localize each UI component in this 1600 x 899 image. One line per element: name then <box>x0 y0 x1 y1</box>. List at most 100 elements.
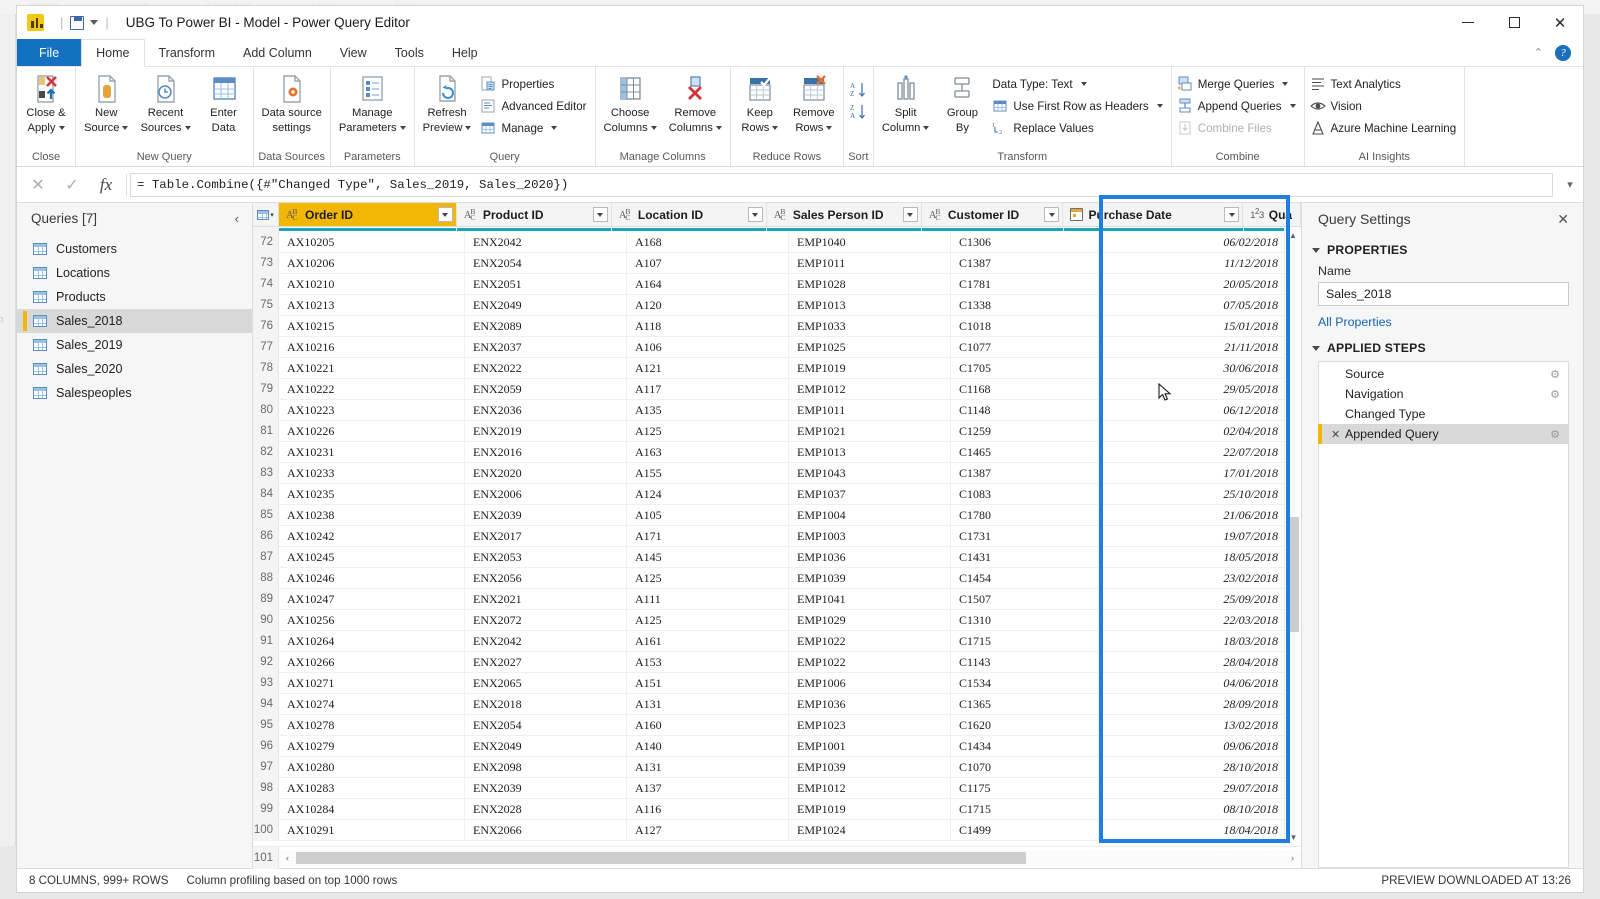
table-cell-purchase-date[interactable]: 22/03/2018 <box>1099 609 1287 631</box>
append-queries-button[interactable]: Append Queries <box>1174 95 1302 117</box>
maximize-button[interactable] <box>1491 6 1537 39</box>
table-cell-order-id[interactable]: AX10271 <box>279 672 465 694</box>
table-cell-order-id[interactable]: AX10213 <box>279 294 465 316</box>
table-cell-product-id[interactable]: ENX2036 <box>465 399 627 421</box>
tab-tools[interactable]: Tools <box>381 39 438 66</box>
table-cell-purchase-date[interactable]: 23/02/2018 <box>1099 567 1287 589</box>
table-cell-product-id[interactable]: ENX2037 <box>465 336 627 358</box>
table-cell-product-id[interactable]: ENX2027 <box>465 651 627 673</box>
column-header-order-id[interactable]: ABC Order ID <box>279 203 457 226</box>
gear-icon[interactable]: ⚙ <box>1550 388 1560 401</box>
table-cell-location-id[interactable]: A105 <box>627 504 789 526</box>
table-cell-purchase-date[interactable]: 25/09/2018 <box>1099 588 1287 610</box>
table-cell-order-id[interactable]: AX10245 <box>279 546 465 568</box>
table-cell-product-id[interactable]: ENX2065 <box>465 672 627 694</box>
table-cell-sales-person-id[interactable]: EMP1025 <box>789 336 951 358</box>
table-cell-customer-id[interactable]: C1465 <box>951 441 1099 463</box>
table-cell-customer-id[interactable]: C1715 <box>951 798 1099 820</box>
table-cell-location-id[interactable]: A125 <box>627 420 789 442</box>
table-cell-purchase-date[interactable]: 17/01/2018 <box>1099 462 1287 484</box>
table-row[interactable]: 94 AX10274 ENX2018 A131 EMP1036 C1365 28/09/20… <box>253 693 1301 715</box>
scroll-down-arrow[interactable]: ▼ <box>1285 829 1302 846</box>
table-cell-location-id[interactable]: A111 <box>627 588 789 610</box>
formula-input[interactable]: = Table.Combine({#"Changed Type", Sales_… <box>130 172 1553 197</box>
table-cell-order-id[interactable]: AX10235 <box>279 483 465 505</box>
table-cell-order-id[interactable]: AX10216 <box>279 336 465 358</box>
minimize-button[interactable] <box>1445 6 1491 39</box>
table-cell-location-id[interactable]: A121 <box>627 357 789 379</box>
table-row[interactable]: 89 AX10247 ENX2021 A111 EMP1041 C1507 25/09/20… <box>253 588 1301 610</box>
table-cell-product-id[interactable]: ENX2066 <box>465 819 627 841</box>
table-cell-order-id[interactable]: AX10223 <box>279 399 465 421</box>
table-cell-product-id[interactable]: ENX2051 <box>465 273 627 295</box>
table-cell-product-id[interactable]: ENX2042 <box>465 630 627 652</box>
table-cell-order-id[interactable]: AX10206 <box>279 252 465 274</box>
table-cell-product-id[interactable]: ENX2006 <box>465 483 627 505</box>
table-cell-order-id[interactable]: AX10280 <box>279 756 465 778</box>
table-cell-customer-id[interactable]: C1175 <box>951 777 1099 799</box>
applied-steps-section-header[interactable]: APPLIED STEPS <box>1302 333 1583 359</box>
close-button[interactable]: ✕ <box>1537 6 1583 39</box>
tab-add-column[interactable]: Add Column <box>229 39 326 66</box>
table-cell-order-id[interactable]: AX10226 <box>279 420 465 442</box>
table-cell-purchase-date[interactable]: 04/06/2018 <box>1099 672 1287 694</box>
manage-button[interactable]: Manage <box>477 117 592 139</box>
split-column-button[interactable]: Split Column <box>876 70 936 134</box>
table-cell-customer-id[interactable]: C1705 <box>951 357 1099 379</box>
table-row[interactable]: 95 AX10278 ENX2054 A160 EMP1023 C1620 13/02/20… <box>253 714 1301 736</box>
use-first-row-as-headers-button[interactable]: Use First Row as Headers <box>989 95 1168 117</box>
table-cell-sales-person-id[interactable]: EMP1022 <box>789 630 951 652</box>
table-cell-order-id[interactable]: AX10215 <box>279 315 465 337</box>
table-cell-order-id[interactable]: AX10221 <box>279 357 465 379</box>
query-item-sales-2018[interactable]: Sales_2018 <box>17 309 252 333</box>
applied-step-changed-type[interactable]: Changed Type <box>1319 404 1568 424</box>
group-by-button[interactable]: Group By <box>935 70 989 134</box>
close-and-apply-button[interactable]: Close & Apply <box>19 70 73 134</box>
data-source-settings-button[interactable]: Data source settings <box>256 70 328 134</box>
table-cell-sales-person-id[interactable]: EMP1011 <box>789 399 951 421</box>
table-cell-location-id[interactable]: A161 <box>627 630 789 652</box>
tab-view[interactable]: View <box>326 39 381 66</box>
table-cell-customer-id[interactable]: C1306 <box>951 232 1099 253</box>
table-cell-location-id[interactable]: A125 <box>627 567 789 589</box>
table-cell-order-id[interactable]: AX10222 <box>279 378 465 400</box>
merge-queries-button[interactable]: Merge Queries <box>1174 73 1302 95</box>
remove-columns-button[interactable]: Remove Columns <box>663 70 728 134</box>
table-cell-customer-id[interactable]: C1083 <box>951 483 1099 505</box>
filter-dropdown-product-id[interactable] <box>592 207 608 222</box>
table-cell-order-id[interactable]: AX10247 <box>279 588 465 610</box>
table-cell-product-id[interactable]: ENX2039 <box>465 504 627 526</box>
table-cell-customer-id[interactable]: C1715 <box>951 630 1099 652</box>
query-item-sales-2019[interactable]: Sales_2019 <box>17 333 252 357</box>
horizontal-scrollbar[interactable]: ‹ › <box>279 849 1301 866</box>
column-header-sales-person-id[interactable]: ABC Sales Person ID <box>766 203 922 226</box>
table-row[interactable]: 100 AX10291 ENX2066 A127 EMP1024 C1499 18/04/2… <box>253 819 1301 841</box>
table-row[interactable]: 84 AX10235 ENX2006 A124 EMP1037 C1083 25/10/20… <box>253 483 1301 505</box>
table-cell-location-id[interactable]: A171 <box>627 525 789 547</box>
fx-icon[interactable]: fx <box>89 170 123 200</box>
table-cell-customer-id[interactable]: C1534 <box>951 672 1099 694</box>
table-row[interactable]: 80 AX10223 ENX2036 A135 EMP1011 C1148 06/12/20… <box>253 399 1301 421</box>
filter-dropdown-order-id[interactable] <box>437 207 453 222</box>
table-cell-sales-person-id[interactable]: EMP1022 <box>789 651 951 673</box>
table-cell-order-id[interactable]: AX10279 <box>279 735 465 757</box>
table-row[interactable]: 83 AX10233 ENX2020 A155 EMP1043 C1387 17/01/20… <box>253 462 1301 484</box>
table-cell-product-id[interactable]: ENX2039 <box>465 777 627 799</box>
table-cell-purchase-date[interactable]: 28/04/2018 <box>1099 651 1287 673</box>
applied-step-appended-query[interactable]: ✕ Appended Query ⚙ <box>1318 424 1568 444</box>
table-cell-product-id[interactable]: ENX2054 <box>465 252 627 274</box>
table-cell-purchase-date[interactable]: 08/10/2018 <box>1099 798 1287 820</box>
gear-icon[interactable]: ⚙ <box>1550 428 1560 441</box>
table-cell-order-id[interactable]: AX10238 <box>279 504 465 526</box>
table-cell-sales-person-id[interactable]: EMP1004 <box>789 504 951 526</box>
table-cell-sales-person-id[interactable]: EMP1012 <box>789 777 951 799</box>
table-cell-location-id[interactable]: A155 <box>627 462 789 484</box>
enter-data-button[interactable]: Enter Data <box>197 70 251 134</box>
table-row[interactable]: 92 AX10266 ENX2027 A153 EMP1022 C1143 28/04/20… <box>253 651 1301 673</box>
table-cell-customer-id[interactable]: C1387 <box>951 462 1099 484</box>
table-cell-location-id[interactable]: A120 <box>627 294 789 316</box>
cancel-icon[interactable]: ✕ <box>21 170 55 200</box>
table-cell-purchase-date[interactable]: 30/06/2018 <box>1099 357 1287 379</box>
table-cell-customer-id[interactable]: C1259 <box>951 420 1099 442</box>
table-cell-location-id[interactable]: A135 <box>627 399 789 421</box>
